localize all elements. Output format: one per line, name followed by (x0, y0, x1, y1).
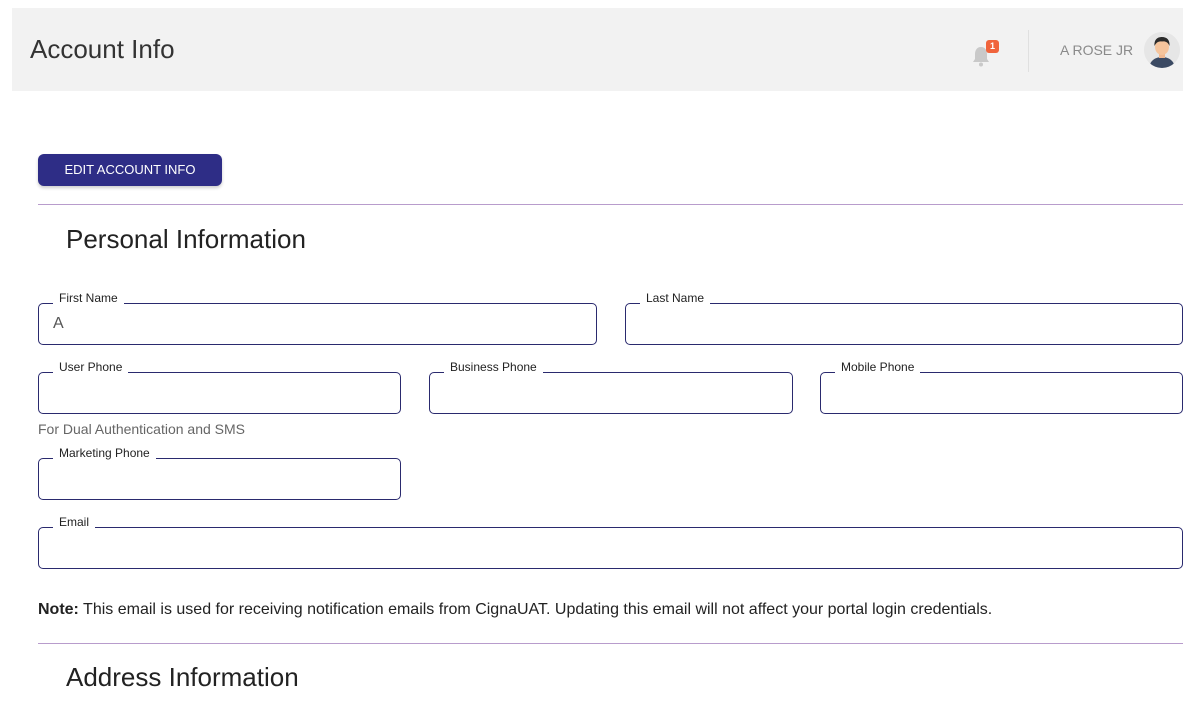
email-field[interactable]: Email (38, 515, 1183, 569)
email-label: Email (53, 515, 96, 529)
last-name-label: Last Name (640, 291, 711, 305)
email-note: Note: This email is used for receiving n… (38, 601, 992, 619)
top-bar: Account Info 1 A ROSE JR (12, 8, 1183, 91)
edit-account-info-button[interactable]: EDIT ACCOUNT INFO (38, 154, 222, 186)
mobile-phone-label: Mobile Phone (835, 360, 921, 374)
avatar[interactable] (1144, 32, 1180, 68)
avatar-icon (1144, 32, 1180, 68)
topbar-divider (1028, 30, 1029, 72)
section-divider (38, 643, 1183, 644)
user-phone-helper-text: For Dual Authentication and SMS (38, 421, 246, 437)
business-phone-label: Business Phone (444, 360, 543, 374)
notification-badge: 1 (986, 40, 999, 53)
mobile-phone-field[interactable]: Mobile Phone (820, 360, 1183, 414)
notification-bell[interactable]: 1 (970, 40, 1000, 68)
last-name-field[interactable]: Last Name (625, 291, 1183, 345)
business-phone-field[interactable]: Business Phone (429, 360, 793, 414)
note-text: This email is used for receiving notific… (78, 601, 993, 618)
marketing-phone-label: Marketing Phone (53, 446, 156, 460)
address-info-title: Address Information (66, 662, 299, 692)
first-name-value: A (53, 315, 64, 332)
first-name-field[interactable]: First Name A (38, 291, 597, 345)
first-name-label: First Name (53, 291, 124, 305)
personal-info-title: Personal Information (66, 224, 306, 254)
user-phone-field[interactable]: User Phone (38, 360, 401, 414)
section-divider (38, 204, 1183, 205)
note-prefix: Note: (38, 601, 79, 618)
user-phone-label: User Phone (53, 360, 129, 374)
marketing-phone-field[interactable]: Marketing Phone (38, 446, 401, 500)
user-name[interactable]: A ROSE JR (1060, 42, 1133, 58)
page-title: Account Info (30, 34, 175, 64)
